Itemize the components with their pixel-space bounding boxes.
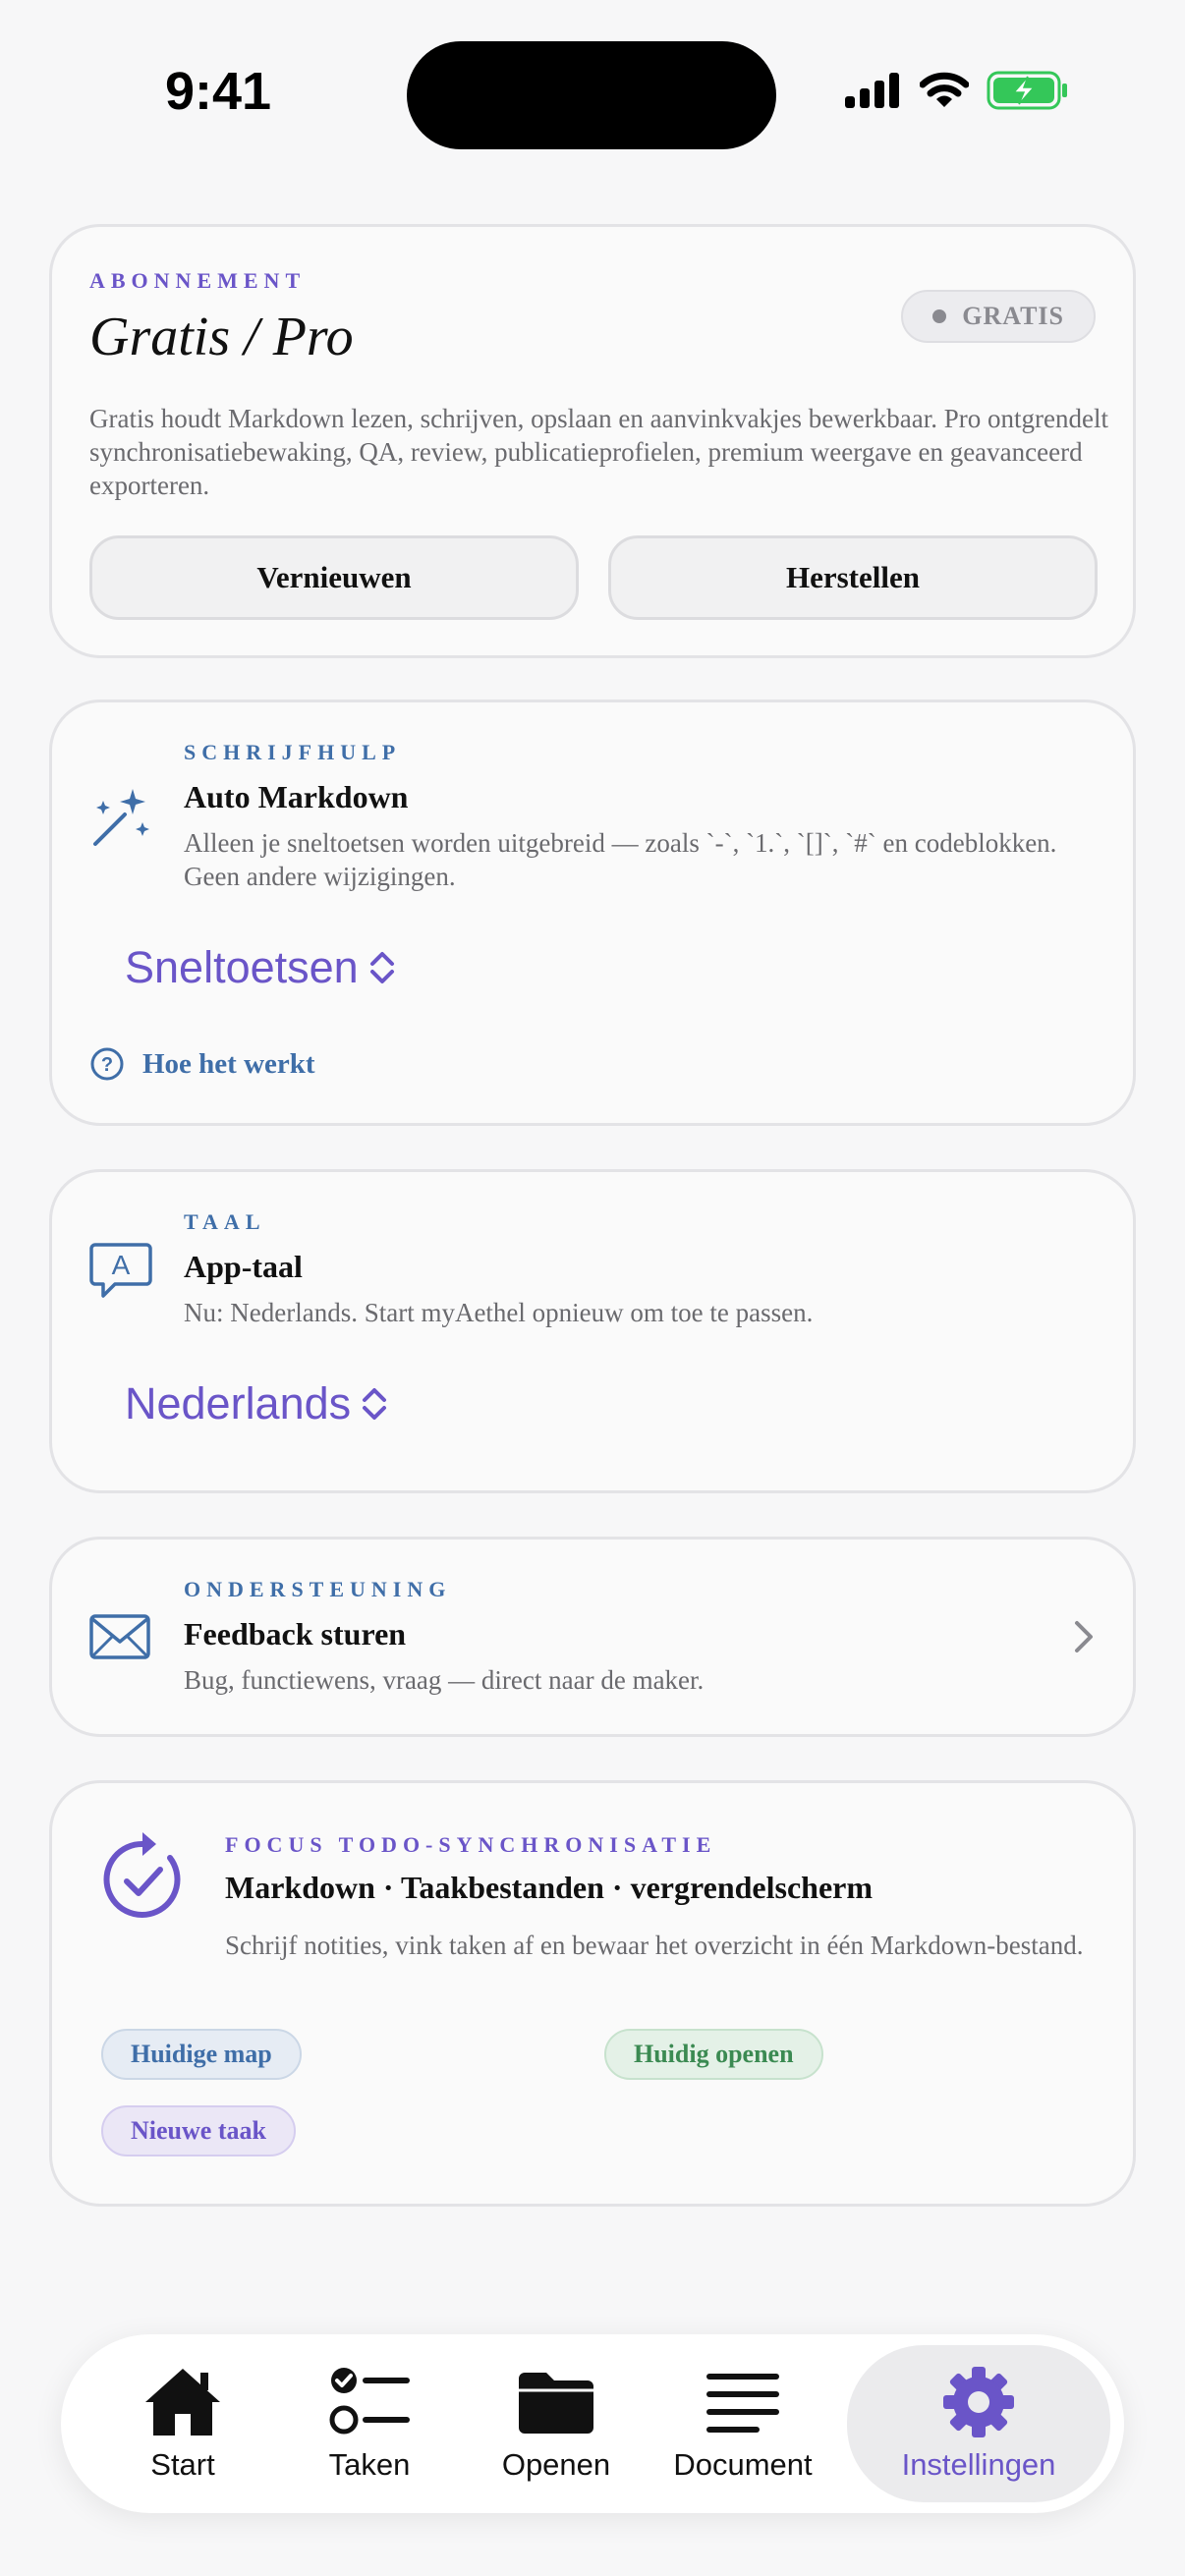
tab-taken[interactable]: Taken bbox=[281, 2334, 458, 2513]
language-eyebrow: TAAL bbox=[184, 1209, 266, 1234]
shortcuts-picker[interactable]: Sneltoetsen bbox=[125, 942, 396, 993]
tab-start[interactable]: Start bbox=[94, 2334, 271, 2513]
plan-status-label: GRATIS bbox=[962, 302, 1064, 330]
writing-eyebrow: SCHRIJFHULP bbox=[184, 740, 402, 764]
folder-icon bbox=[519, 2373, 593, 2434]
tab-instellingen-label: Instellingen bbox=[901, 2447, 1056, 2482]
new-task-chip[interactable]: Nieuwe taak bbox=[101, 2105, 296, 2156]
dynamic-island bbox=[407, 41, 776, 149]
focus-todo-sync-card: FOCUS TODO-SYNCHRONISATIE Markdown · Taa… bbox=[49, 1780, 1136, 2207]
chevron-up-down-icon bbox=[369, 952, 394, 983]
battery-charging-icon bbox=[987, 71, 1067, 110]
writing-description: Alleen je sneltoetsen worden uitgebreid … bbox=[184, 828, 1057, 891]
how-it-works-label: Hoe het werkt bbox=[142, 1047, 315, 1080]
tab-openen[interactable]: Openen bbox=[468, 2334, 645, 2513]
language-picker-label: Nederlands bbox=[125, 1378, 352, 1428]
restore-button[interactable]: Herstellen bbox=[608, 535, 1098, 620]
focus-description: Schrijf notities, vink taken af en bewaa… bbox=[225, 1931, 1084, 1960]
open-current-chip[interactable]: Huidig openen bbox=[604, 2029, 823, 2080]
question-circle-icon: ? bbox=[90, 1047, 124, 1081]
subscription-description: Gratis houdt Markdown lezen, schrijven, … bbox=[89, 404, 1108, 500]
cellular-signal-icon bbox=[845, 73, 899, 108]
tab-document-label: Document bbox=[673, 2447, 813, 2482]
wifi-icon bbox=[920, 72, 969, 107]
tab-taken-label: Taken bbox=[328, 2447, 411, 2482]
status-time: 9:41 bbox=[165, 62, 272, 121]
text-lines-icon bbox=[706, 2374, 779, 2433]
status-bar: 9:41 bbox=[0, 0, 1185, 187]
tab-bar: Start Taken Openen Document Instellingen bbox=[61, 2334, 1124, 2513]
current-folder-chip[interactable]: Huidige map bbox=[101, 2029, 302, 2080]
language-card: A TAAL App-taal Nu: Nederlands. Start my… bbox=[49, 1169, 1136, 1493]
focus-title: Markdown · Taakbestanden · vergrendelsch… bbox=[225, 1870, 874, 1905]
how-it-works-link[interactable]: ? Hoe het werkt bbox=[89, 1046, 315, 1082]
svg-text:?: ? bbox=[101, 1054, 113, 1076]
tab-start-label: Start bbox=[150, 2447, 215, 2482]
checklist-icon bbox=[329, 2368, 410, 2435]
status-dot-icon bbox=[932, 309, 947, 323]
support-eyebrow: ONDERSTEUNING bbox=[184, 1577, 452, 1601]
tab-instellingen[interactable]: Instellingen bbox=[847, 2345, 1110, 2502]
envelope-icon bbox=[89, 1614, 150, 1659]
tab-document[interactable]: Document bbox=[654, 2334, 831, 2513]
writing-title: Auto Markdown bbox=[184, 779, 409, 814]
language-description: Nu: Nederlands. Start myAethel opnieuw o… bbox=[184, 1298, 814, 1327]
magic-wand-icon bbox=[93, 789, 149, 846]
subscription-title: Gratis / Pro bbox=[89, 307, 354, 367]
tab-openen-label: Openen bbox=[501, 2447, 611, 2482]
feedback-row[interactable]: ONDERSTEUNING Feedback sturen Bug, funct… bbox=[49, 1537, 1136, 1737]
gear-icon bbox=[943, 2367, 1014, 2437]
chevron-right-icon bbox=[1075, 1621, 1093, 1652]
subscription-card: ABONNEMENT Gratis / Pro GRATIS Gratis ho… bbox=[49, 224, 1136, 658]
writing-help-card: SCHRIJFHULP Auto Markdown Alleen je snel… bbox=[49, 700, 1136, 1126]
feedback-description: Bug, functiewens, vraag — direct naar de… bbox=[184, 1665, 705, 1695]
focus-eyebrow: FOCUS TODO-SYNCHRONISATIE bbox=[225, 1832, 717, 1857]
sync-check-icon bbox=[103, 1832, 181, 1918]
chevron-up-down-icon bbox=[363, 1388, 387, 1420]
shortcuts-picker-label: Sneltoetsen bbox=[125, 942, 359, 992]
feedback-title: Feedback sturen bbox=[184, 1616, 407, 1652]
language-picker[interactable]: Nederlands bbox=[125, 1378, 388, 1429]
subscription-eyebrow: ABONNEMENT bbox=[89, 268, 307, 293]
svg-text:A: A bbox=[112, 1250, 131, 1280]
language-title: App-taal bbox=[184, 1249, 303, 1284]
house-icon bbox=[145, 2369, 220, 2436]
plan-status-badge: GRATIS bbox=[901, 290, 1096, 343]
translate-bubble-icon: A bbox=[89, 1243, 152, 1298]
renew-button[interactable]: Vernieuwen bbox=[89, 535, 579, 620]
status-icons bbox=[845, 71, 1069, 110]
